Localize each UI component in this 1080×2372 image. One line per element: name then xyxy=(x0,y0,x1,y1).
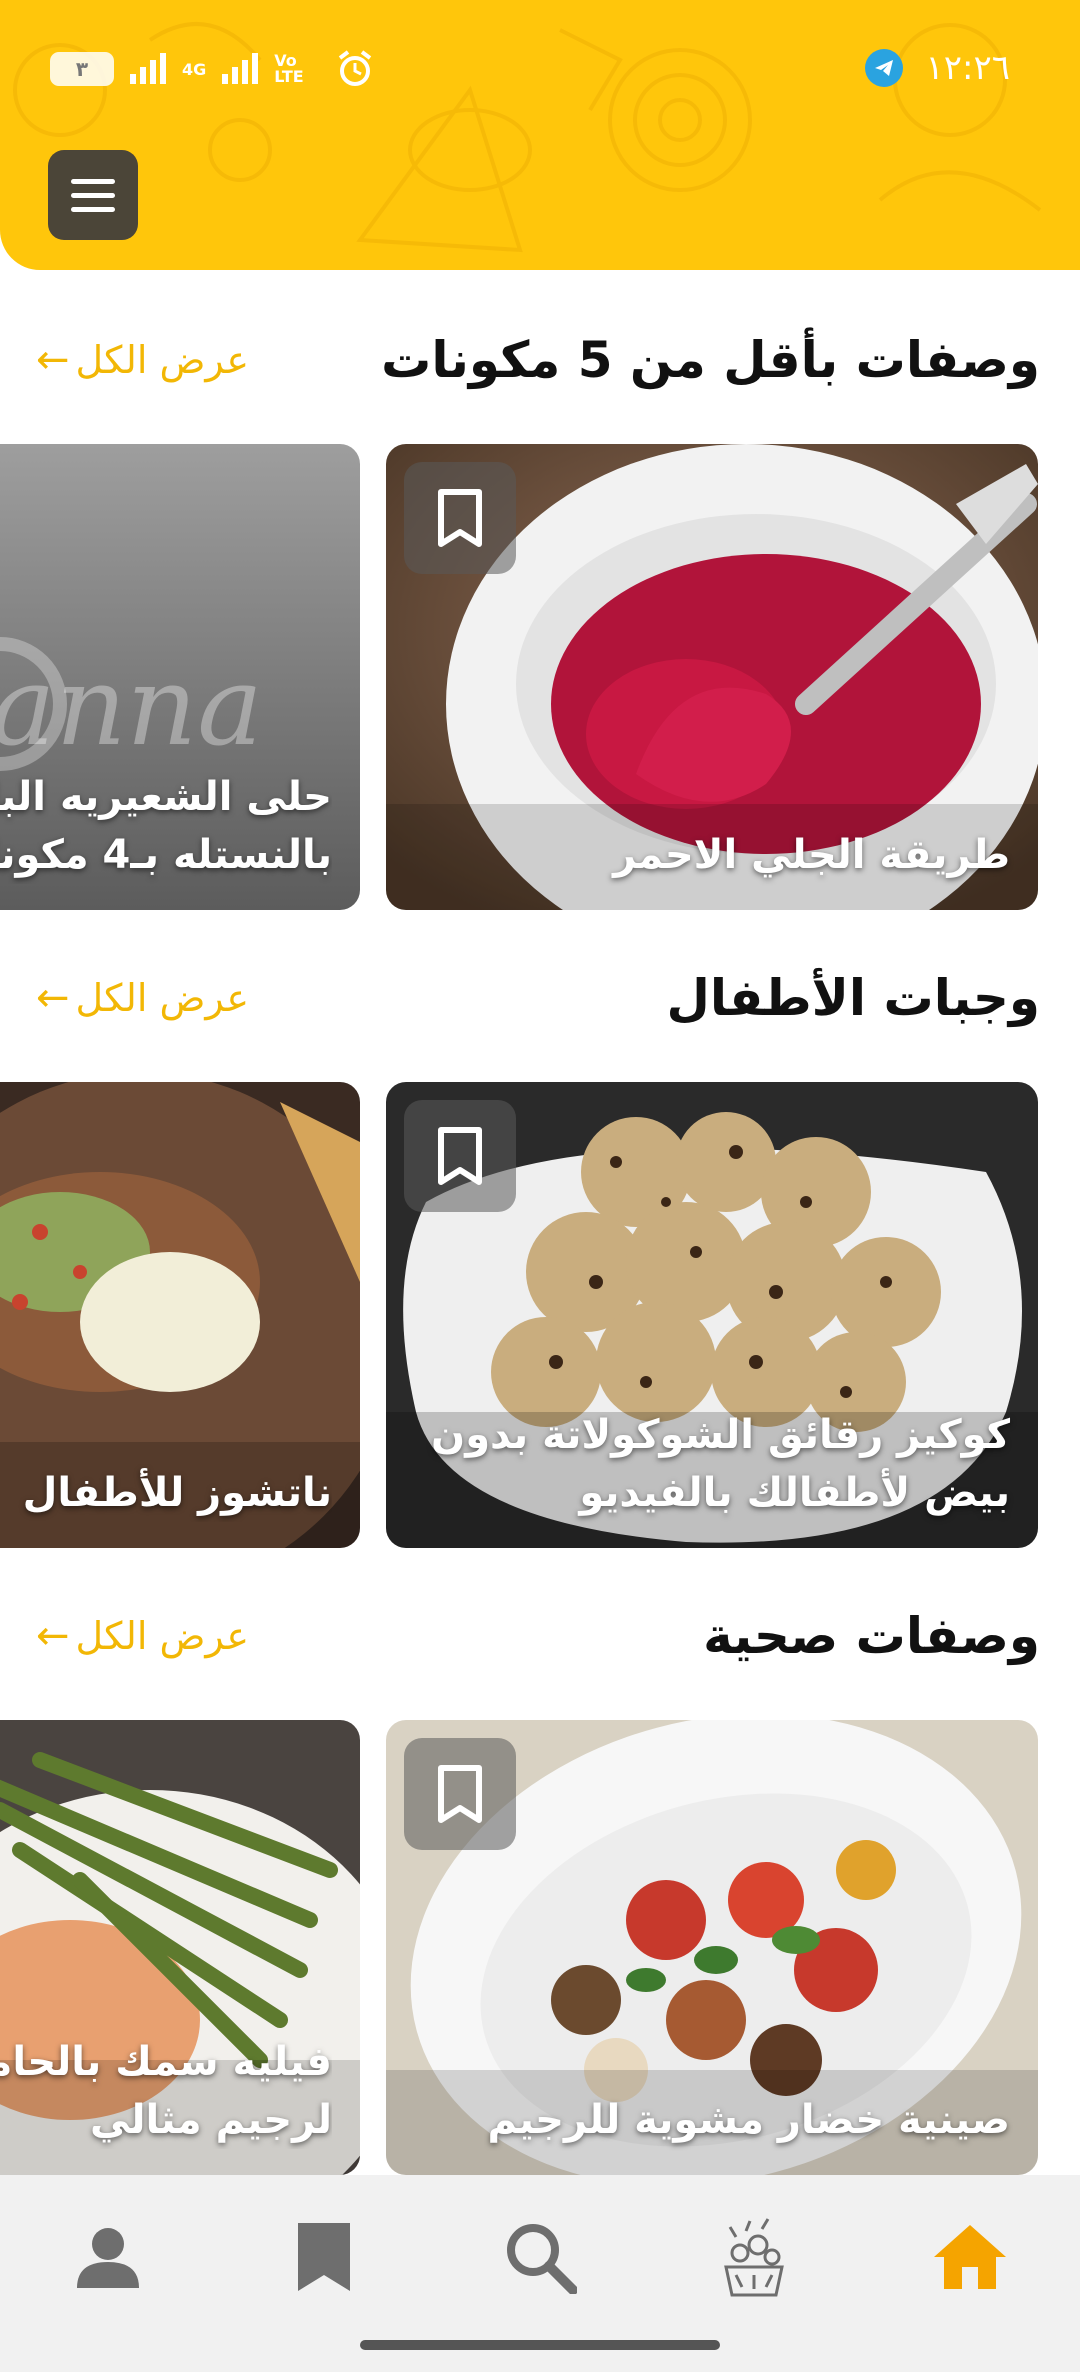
recipe-title-line: لرجيم مثالي xyxy=(90,2097,332,2143)
see-all-link[interactable]: عرض الكل ← xyxy=(36,1596,249,1676)
alarm-icon xyxy=(339,50,372,86)
battery-icon: ٣ xyxy=(50,52,114,86)
recipe-card[interactable]: طريقة الجلي الاحمر xyxy=(386,444,1038,910)
recipe-card[interactable]: anna حلى الشعيريه الباك بالنستله بـ4 مكو… xyxy=(0,444,360,910)
telegram-icon xyxy=(865,49,904,87)
recipe-card[interactable]: ناتشوز للأطفال xyxy=(0,1082,360,1548)
profile-icon xyxy=(77,2228,139,2288)
network-badge: 4G xyxy=(182,59,207,79)
home-indicator[interactable] xyxy=(360,2340,720,2350)
see-all-label: عرض الكل xyxy=(75,338,250,382)
recipe-card-title: طريقة الجلي الاحمر xyxy=(406,826,1010,884)
menu-button[interactable] xyxy=(48,150,138,240)
recipe-title-line: بالنستله بـ4 مكونات xyxy=(0,832,332,878)
recipe-title-line: كوكيز رقائق الشوكولاتة بدون xyxy=(431,1412,1010,1458)
app-header: ٣ 4G Vo LTE ١٢:٢٦ xyxy=(0,0,1080,270)
recipe-card-title: كوكيز رقائق الشوكولاتة بدون بيض لأطفالك … xyxy=(406,1406,1010,1522)
recipe-card-title: حلى الشعيريه الباك بالنستله بـ4 مكونات xyxy=(0,768,332,884)
section-header: وصفات بأقل من 5 مكونات عرض الكل ← xyxy=(0,320,1080,400)
menu-icon-bar xyxy=(71,178,115,184)
bookmark-button[interactable] xyxy=(404,1100,516,1212)
signal-icon xyxy=(130,53,166,84)
recipe-card[interactable]: صينية خضار مشوية للرجيم xyxy=(386,1720,1038,2175)
see-all-link[interactable]: عرض الكل ← xyxy=(36,320,249,400)
status-time: ١٢:٢٦ xyxy=(925,48,1010,88)
section-title: وصفات بأقل من 5 مكونات xyxy=(381,331,1040,389)
section-header: وصفات صحية عرض الكل ← xyxy=(0,1596,1080,1676)
see-all-label: عرض الكل xyxy=(75,1614,250,1658)
see-all-label: عرض الكل xyxy=(75,976,250,1020)
recipe-title-line: بيض لأطفالك بالفيديو xyxy=(579,1470,1010,1516)
status-icons: ٣ 4G Vo LTE xyxy=(50,50,374,88)
recipe-card-title: ناتشوز للأطفال xyxy=(0,1464,332,1522)
section-title: وصفات صحية xyxy=(703,1607,1040,1665)
recipe-card[interactable]: كوكيز رقائق الشوكولاتة بدون بيض لأطفالك … xyxy=(386,1082,1038,1548)
recipe-title-line: طريقة الجلي الاحمر xyxy=(613,832,1010,878)
recipe-card-title: فيليه سمك بالحامض لرجيم مثالي xyxy=(0,2033,332,2149)
volte-badge: Vo LTE xyxy=(274,51,304,86)
recipe-title-line: ناتشوز للأطفال xyxy=(22,1470,332,1516)
home-icon xyxy=(934,2225,1006,2289)
search-icon xyxy=(507,2224,577,2294)
signal-icon-2 xyxy=(222,53,259,84)
menu-icon-bar xyxy=(71,192,115,198)
bookmark-button[interactable] xyxy=(404,462,516,574)
bookmark-button[interactable] xyxy=(404,1738,516,1850)
nav-profile[interactable] xyxy=(58,2207,158,2307)
section-header: وجبات الأطفال عرض الكل ← xyxy=(0,958,1080,1038)
recipe-title-line: فيليه سمك بالحامض xyxy=(0,2039,332,2085)
recipe-card-title: صينية خضار مشوية للرجيم xyxy=(406,2091,1010,2149)
arrow-left-icon: ← xyxy=(36,337,70,383)
status-bar: ٣ 4G Vo LTE ١٢:٢٦ xyxy=(0,40,1080,100)
status-right: ١٢:٢٦ xyxy=(865,48,1010,88)
recipe-title-line: صينية خضار مشوية للرجيم xyxy=(487,2097,1010,2143)
bookmark-icon xyxy=(298,2223,350,2291)
bookmark-outline-icon xyxy=(438,1765,482,1823)
section-title: وجبات الأطفال xyxy=(666,969,1040,1027)
see-all-link[interactable]: عرض الكل ← xyxy=(36,958,249,1038)
recipes-icon xyxy=(724,2218,784,2297)
recipe-card[interactable]: فيليه سمك بالحامض لرجيم مثالي xyxy=(0,1720,360,2175)
menu-icon-bar xyxy=(71,206,115,212)
nav-search[interactable] xyxy=(490,2207,590,2307)
bookmark-outline-icon xyxy=(438,489,482,547)
recipe-title-line: حلى الشعيريه الباك xyxy=(0,774,332,820)
nav-bookmarks[interactable] xyxy=(274,2207,374,2307)
battery-level: ٣ xyxy=(75,57,89,81)
bookmark-outline-icon xyxy=(438,1127,482,1185)
arrow-left-icon: ← xyxy=(36,975,70,1021)
arrow-left-icon: ← xyxy=(36,1613,70,1659)
nav-recipes[interactable] xyxy=(704,2207,804,2307)
nav-home[interactable] xyxy=(920,2207,1020,2307)
